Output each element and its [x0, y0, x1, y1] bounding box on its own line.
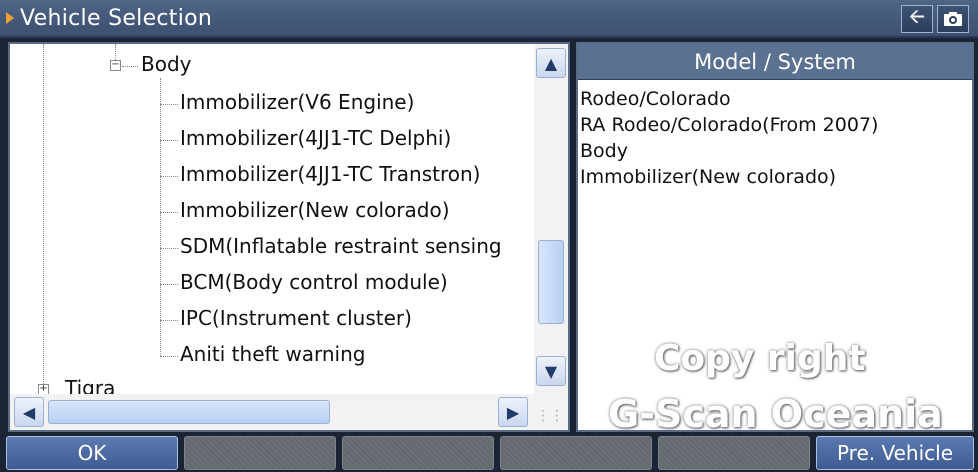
- resize-grip-icon: ⋮⋮: [534, 394, 568, 430]
- vertical-scrollbar[interactable]: ▲ ▼: [534, 44, 568, 394]
- tree-line: [122, 66, 138, 67]
- model-row: Rodeo/Colorado: [580, 88, 731, 110]
- empty-button: [658, 436, 810, 470]
- model-row: Body: [580, 140, 628, 162]
- chevron-up-icon: ▲: [544, 53, 558, 73]
- tree-line: [160, 140, 178, 141]
- scroll-left-button[interactable]: ◀: [14, 397, 44, 427]
- tree-line: [160, 212, 178, 213]
- tree-line: [160, 284, 178, 285]
- tree-line: [43, 44, 44, 384]
- expand-toggle[interactable]: +: [38, 384, 49, 394]
- tree-node-body[interactable]: Body: [141, 52, 192, 76]
- tree-item[interactable]: Aniti theft warning: [180, 342, 365, 366]
- tree-line: [115, 44, 116, 60]
- tree-node-tigra[interactable]: Tigra: [65, 376, 115, 394]
- pre-vehicle-button[interactable]: Pre. Vehicle: [816, 436, 974, 470]
- tree-item[interactable]: IPC(Instrument cluster): [180, 306, 412, 330]
- model-system-list: Rodeo/Colorado RA Rodeo/Colorado(From 20…: [578, 80, 972, 190]
- tree-item[interactable]: SDM(Inflatable restraint sensing: [180, 234, 502, 258]
- scroll-right-button[interactable]: ▶: [498, 397, 528, 427]
- tree-item[interactable]: Immobilizer(4JJ1-TC Delphi): [180, 126, 451, 150]
- camera-icon: [944, 12, 962, 26]
- tree-item[interactable]: Immobilizer(4JJ1-TC Transtron): [180, 162, 480, 186]
- title-bar: Vehicle Selection 🡨: [0, 0, 978, 38]
- tree-line: [160, 104, 178, 105]
- tree-line: [160, 248, 178, 249]
- empty-button: [500, 436, 652, 470]
- empty-button: [184, 436, 336, 470]
- tree-line: [160, 176, 178, 177]
- watermark-line1: Copy right: [654, 338, 866, 379]
- tree-item[interactable]: Immobilizer(V6 Engine): [180, 90, 414, 114]
- chevron-left-icon: ◀: [22, 402, 36, 422]
- watermark-line2: G-Scan Oceania: [608, 392, 943, 436]
- tree-line: [160, 320, 178, 321]
- vehicle-tree: − Body Immobilizer(V6 Engine) Immobilize…: [10, 44, 534, 394]
- window-title: Vehicle Selection: [20, 5, 213, 31]
- scroll-up-button[interactable]: ▲: [536, 48, 566, 78]
- model-system-header: Model / System: [578, 44, 972, 80]
- collapse-toggle[interactable]: −: [110, 60, 121, 71]
- model-row: Immobilizer(New colorado): [580, 166, 837, 188]
- bottom-button-bar: OK Pre. Vehicle: [0, 434, 978, 472]
- title-arrow-icon: [6, 12, 14, 24]
- tree-item[interactable]: BCM(Body control module): [180, 270, 448, 294]
- model-row: RA Rodeo/Colorado(From 2007): [580, 114, 879, 136]
- tree-line: [160, 356, 178, 357]
- empty-button: [342, 436, 494, 470]
- back-button[interactable]: 🡨: [901, 4, 933, 33]
- ok-button[interactable]: OK: [6, 436, 178, 470]
- scroll-down-button[interactable]: ▼: [536, 356, 566, 386]
- chevron-right-icon: ▶: [506, 402, 520, 422]
- camera-button[interactable]: [937, 5, 969, 33]
- horizontal-scroll-thumb[interactable]: [48, 400, 330, 424]
- chevron-down-icon: ▼: [544, 361, 558, 381]
- horizontal-scrollbar[interactable]: ◀ ▶: [10, 394, 534, 430]
- tree-panel: − Body Immobilizer(V6 Engine) Immobilize…: [8, 42, 570, 432]
- vertical-scroll-thumb[interactable]: [538, 240, 564, 324]
- back-arrow-icon: 🡨: [908, 4, 926, 28]
- tree-line: [160, 78, 161, 356]
- tree-item[interactable]: Immobilizer(New colorado): [180, 198, 450, 222]
